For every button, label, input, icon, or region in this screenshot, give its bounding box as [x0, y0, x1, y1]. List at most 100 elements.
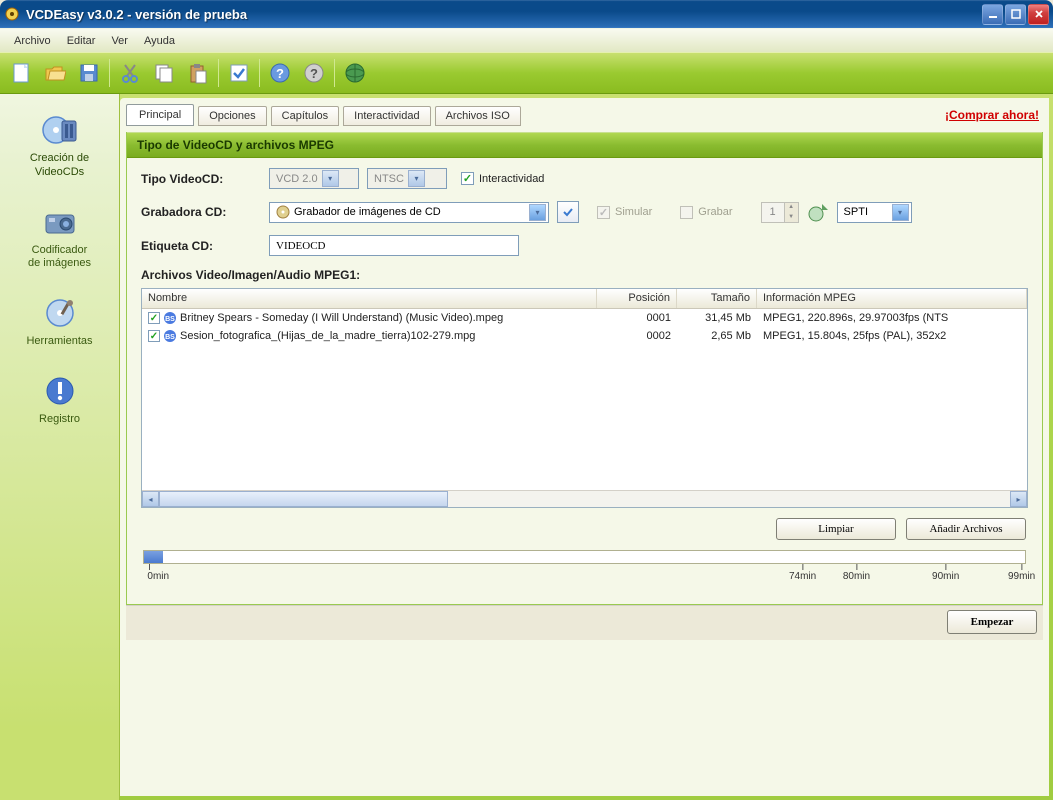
- sidebar-item-registro[interactable]: Registro: [0, 363, 119, 441]
- buy-now-link[interactable]: ¡Comprar ahora!: [945, 108, 1043, 122]
- add-files-button[interactable]: Añadir Archivos: [906, 518, 1026, 540]
- tv-standard-value: NTSC: [374, 173, 404, 185]
- start-button[interactable]: Empezar: [947, 610, 1037, 634]
- sidebar-item-label: Herramientas: [26, 335, 92, 349]
- scroll-left-button[interactable]: ◂: [142, 491, 159, 507]
- sidebar: Creación de VideoCDs Codificador de imág…: [0, 94, 120, 800]
- grabar-checkbox: [680, 206, 693, 219]
- spti-value: SPTI: [844, 206, 888, 218]
- mpeg-file-icon: BS: [162, 329, 178, 343]
- file-list: Nombre Posición Tamaño Información MPEG …: [141, 288, 1028, 508]
- menu-ayuda[interactable]: Ayuda: [136, 32, 183, 50]
- window-title: VCDEasy v3.0.2 - versión de prueba: [26, 7, 982, 22]
- menu-editar[interactable]: Editar: [59, 32, 104, 50]
- file-pos: 0001: [597, 312, 677, 324]
- files-section-label: Archivos Video/Imagen/Audio MPEG1:: [141, 268, 1028, 282]
- file-size: 31,45 Mb: [677, 312, 757, 324]
- etiqueta-label: Etiqueta CD:: [141, 239, 261, 253]
- paste-button[interactable]: [183, 58, 213, 88]
- chevron-down-icon: ▾: [529, 204, 546, 221]
- tick-99: 99min: [1008, 564, 1035, 582]
- tipo-label: Tipo VideoCD:: [141, 172, 261, 186]
- cd-label-input[interactable]: [269, 235, 519, 256]
- menu-ver[interactable]: Ver: [103, 32, 136, 50]
- table-row[interactable]: ✓ BS Sesion_fotografica_(Hijas_de_la_mad…: [142, 327, 1027, 345]
- scroll-thumb[interactable]: [159, 491, 448, 507]
- svg-text:BS: BS: [165, 316, 175, 323]
- tab-opciones[interactable]: Opciones: [198, 106, 266, 126]
- interactividad-label: Interactividad: [479, 173, 544, 185]
- col-header-name[interactable]: Nombre: [142, 289, 597, 308]
- check-button[interactable]: [224, 58, 254, 88]
- cd-recorder-value: Grabador de imágenes de CD: [294, 206, 525, 218]
- tab-principal[interactable]: Principal: [126, 104, 194, 126]
- tab-archivos-iso[interactable]: Archivos ISO: [435, 106, 521, 126]
- sidebar-item-label: Registro: [39, 413, 80, 427]
- disc-icon: [40, 112, 80, 148]
- spti-select[interactable]: SPTI ▾: [837, 202, 912, 223]
- app-icon: [4, 6, 20, 22]
- cut-button[interactable]: [115, 58, 145, 88]
- copies-spinner: 1 ▲▼: [761, 202, 799, 223]
- file-info: MPEG1, 15.804s, 25fps (PAL), 352x2: [757, 330, 1027, 342]
- row-checkbox[interactable]: ✓: [148, 330, 160, 342]
- burn-icon[interactable]: [807, 201, 829, 223]
- spinner-down: ▼: [784, 212, 798, 222]
- copies-value: 1: [762, 203, 784, 222]
- cd-recorder-select[interactable]: Grabador de imágenes de CD ▾: [269, 202, 549, 223]
- file-size: 2,65 Mb: [677, 330, 757, 342]
- simular-label: Simular: [615, 206, 652, 218]
- chevron-down-icon: ▾: [322, 170, 339, 187]
- main-panel: Principal Opciones Capítulos Interactivi…: [120, 98, 1049, 796]
- register-icon: [40, 373, 80, 409]
- svg-text:BS: BS: [165, 334, 175, 341]
- window-titlebar: VCDEasy v3.0.2 - versión de prueba: [0, 0, 1053, 28]
- cd-image-icon: [276, 205, 290, 219]
- sidebar-item-label: Codificador de imágenes: [28, 244, 91, 272]
- videocd-type-select[interactable]: VCD 2.0 ▾: [269, 168, 359, 189]
- file-name: Sesion_fotografica_(Hijas_de_la_madre_ti…: [180, 330, 475, 342]
- sidebar-item-videocds[interactable]: Creación de VideoCDs: [0, 102, 119, 194]
- mpeg-file-icon: BS: [162, 311, 178, 325]
- open-button[interactable]: [40, 58, 70, 88]
- clear-button[interactable]: Limpiar: [776, 518, 896, 540]
- table-row[interactable]: ✓ BS Britney Spears - Someday (I Will Un…: [142, 309, 1027, 327]
- col-header-size[interactable]: Tamaño: [677, 289, 757, 308]
- tab-capitulos[interactable]: Capítulos: [271, 106, 339, 126]
- grabar-label: Grabar: [698, 206, 732, 218]
- sidebar-item-codificador[interactable]: Codificador de imágenes: [0, 194, 119, 286]
- tick-90: 90min: [932, 564, 959, 582]
- col-header-info[interactable]: Información MPEG: [757, 289, 1027, 308]
- simular-checkbox: ✓: [597, 206, 610, 219]
- window-maximize-button[interactable]: [1005, 4, 1026, 25]
- col-header-pos[interactable]: Posición: [597, 289, 677, 308]
- interactividad-checkbox[interactable]: ✓: [461, 172, 474, 185]
- help-button[interactable]: ?: [265, 58, 295, 88]
- refresh-recorder-button[interactable]: [557, 201, 579, 223]
- horizontal-scrollbar[interactable]: ◂ ▸: [142, 490, 1027, 507]
- save-button[interactable]: [74, 58, 104, 88]
- camera-icon: [40, 204, 80, 240]
- file-name: Britney Spears - Someday (I Will Underst…: [180, 312, 503, 324]
- row-checkbox[interactable]: ✓: [148, 312, 160, 324]
- panel-header: Tipo de VideoCD y archivos MPEG: [127, 132, 1042, 158]
- svg-text:?: ?: [276, 66, 284, 81]
- new-button[interactable]: [6, 58, 36, 88]
- tab-interactividad[interactable]: Interactividad: [343, 106, 430, 126]
- spinner-up: ▲: [784, 203, 798, 213]
- list-header: Nombre Posición Tamaño Información MPEG: [142, 289, 1027, 309]
- chevron-down-icon: ▾: [408, 170, 425, 187]
- sidebar-item-herramientas[interactable]: Herramientas: [0, 285, 119, 363]
- window-minimize-button[interactable]: [982, 4, 1003, 25]
- videocd-type-value: VCD 2.0: [276, 173, 318, 185]
- chevron-down-icon: ▾: [892, 204, 909, 221]
- info-button[interactable]: ?: [299, 58, 329, 88]
- tick-0: 0min: [147, 564, 169, 582]
- web-button[interactable]: [340, 58, 370, 88]
- menu-archivo[interactable]: Archivo: [6, 32, 59, 50]
- copy-button[interactable]: [149, 58, 179, 88]
- scroll-right-button[interactable]: ▸: [1010, 491, 1027, 507]
- svg-text:?: ?: [310, 66, 318, 81]
- tv-standard-select[interactable]: NTSC ▾: [367, 168, 447, 189]
- window-close-button[interactable]: [1028, 4, 1049, 25]
